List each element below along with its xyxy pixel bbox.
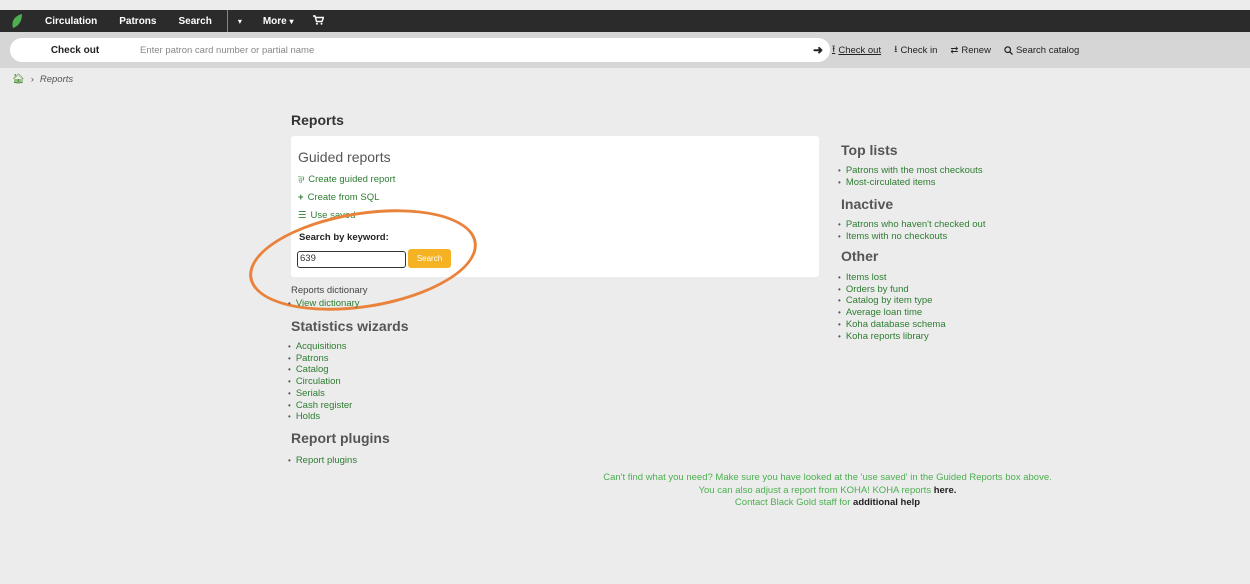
checkout-label[interactable]: Check out (10, 45, 140, 56)
other-title: Other (841, 248, 879, 264)
quick-checkout-link[interactable]: ⭱ Check out (832, 42, 881, 58)
list-item[interactable]: Cash register (288, 400, 353, 412)
list-item[interactable]: Patrons with the most checkouts (838, 165, 983, 177)
search-icon (1004, 45, 1013, 55)
list-item[interactable]: Patrons who haven't checked out (838, 219, 986, 231)
help-note-line-2: You can also adjust a report from KOHA! … (560, 485, 1095, 498)
reports-dictionary-title: Reports dictionary (291, 285, 368, 296)
top-navbar: Circulation Patrons Search ▾ More ▾ (0, 10, 1250, 32)
list-icon: ☰ (298, 210, 307, 221)
nav-more[interactable]: More ▾ (252, 10, 305, 32)
use-saved-link[interactable]: ☰ Use saved (298, 210, 355, 221)
inactive-list: Patrons who haven't checked out Items wi… (838, 219, 986, 243)
statistics-wizards-list: Acquisitions Patrons Catalog Circulation… (288, 341, 353, 423)
help-note-line-2-text: You can also adjust a report from KOHA! … (698, 484, 934, 496)
nav-more-label: More (262, 15, 287, 27)
list-item[interactable]: Average loan time (838, 307, 946, 319)
quick-links: ⭱ Check out ⭳ Check in ⇄ Renew Search catal… (832, 38, 1092, 62)
keyword-search-button[interactable]: Search (408, 249, 451, 268)
nav-circulation[interactable]: Circulation (34, 10, 108, 32)
list-item[interactable]: Items with no checkouts (838, 231, 985, 243)
cart-icon[interactable] (305, 14, 332, 28)
download-icon: ⭳ (894, 44, 898, 55)
top-lists-title: Top lists (841, 142, 898, 158)
guided-reports-title: Guided reports (298, 149, 391, 165)
list-item[interactable]: Catalog by item type (838, 295, 946, 307)
keyword-search-input[interactable]: 639 (297, 251, 406, 268)
koha-logo-icon[interactable] (0, 10, 34, 32)
additional-help-link[interactable]: additional help (853, 497, 920, 508)
list-item[interactable]: Items lost (838, 272, 946, 284)
list-item[interactable]: Circulation (288, 376, 352, 388)
quick-renew-link[interactable]: ⇄ Renew (950, 45, 991, 56)
nav-search[interactable]: Search (167, 10, 222, 32)
more-caret-icon: ▾ (289, 16, 294, 26)
help-note-line-1: Can't find what you need? Make sure you … (603, 472, 1052, 483)
search-by-keyword-label: Search by keyword: (299, 232, 389, 243)
breadcrumb-current[interactable]: Reports (40, 74, 73, 85)
create-from-sql-label: Create from SQL (307, 192, 380, 203)
help-notes: Can't find what you need? Make sure you … (560, 472, 1095, 510)
quick-search-catalog-label: Search catalog (1015, 44, 1080, 56)
use-saved-label: Use saved (310, 210, 356, 221)
koha-reports-here-link[interactable]: here. (934, 485, 957, 496)
guided-reports-panel: Guided reports ⅌ Create guided report + Cr… (291, 136, 819, 277)
list-item[interactable]: Patrons (288, 353, 352, 365)
view-dictionary-link[interactable]: View dictionary (288, 298, 360, 310)
list-item[interactable]: Report plugins (288, 455, 357, 467)
search-dropdown-caret-icon[interactable]: ▾ (228, 17, 252, 26)
quick-checkout-label: Check out (838, 44, 882, 56)
plus-icon: + (298, 192, 304, 203)
nav-patrons[interactable]: Patrons (108, 10, 167, 32)
report-plugins-list: Report plugins (288, 455, 357, 467)
create-guided-report-label: Create guided report (308, 174, 396, 185)
list-item[interactable]: Acquisitions (288, 341, 352, 353)
patron-search-input[interactable]: Enter patron card number or partial name (140, 45, 806, 56)
quick-search-catalog-link[interactable]: Search catalog (1004, 45, 1079, 56)
wizard-icon: ⅌ (298, 175, 305, 186)
list-item[interactable]: Koha reports library (838, 331, 946, 343)
quick-renew-label: Renew (961, 44, 991, 56)
breadcrumb-separator-icon: › (30, 74, 34, 85)
breadcrumb: 🏠︎ › Reports (12, 74, 73, 85)
renew-icon: ⇄ (950, 44, 959, 56)
statistics-wizards-title: Statistics wizards (291, 318, 409, 334)
submit-arrow-icon[interactable]: ➜ (806, 43, 830, 57)
list-item[interactable]: Most-circulated items (838, 177, 983, 189)
home-icon[interactable]: 🏠︎ (12, 74, 25, 85)
inactive-title: Inactive (841, 196, 894, 212)
report-plugins-title: Report plugins (291, 430, 390, 446)
top-lists-list: Patrons with the most checkouts Most-cir… (838, 165, 983, 188)
checkout-search-box: Check out Enter patron card number or pa… (10, 38, 830, 62)
create-from-sql-link[interactable]: + Create from SQL (298, 192, 379, 203)
dictionary-list: View dictionary (288, 298, 360, 310)
list-item[interactable]: Serials (288, 388, 352, 400)
quick-checkin-label: Check in (900, 44, 938, 56)
help-note-line-3: Contact Black Gold staff for additional … (560, 497, 1095, 510)
other-list: Items lost Orders by fund Catalog by ite… (838, 272, 946, 342)
help-note-line-3-text: Contact Black Gold staff for (734, 497, 854, 508)
list-item[interactable]: Catalog (288, 364, 352, 376)
circulation-quickbar: Check out Enter patron card number or pa… (0, 32, 1250, 68)
page-title: Reports (291, 112, 344, 128)
upload-icon: ⭱ (832, 44, 836, 55)
list-item[interactable]: Koha database schema (838, 319, 946, 331)
list-item[interactable]: Holds (288, 411, 352, 423)
create-guided-report-link[interactable]: ⅌ Create guided report (298, 173, 395, 186)
list-item[interactable]: Orders by fund (838, 284, 946, 296)
quick-checkin-link[interactable]: ⭳ Check in (894, 42, 937, 58)
